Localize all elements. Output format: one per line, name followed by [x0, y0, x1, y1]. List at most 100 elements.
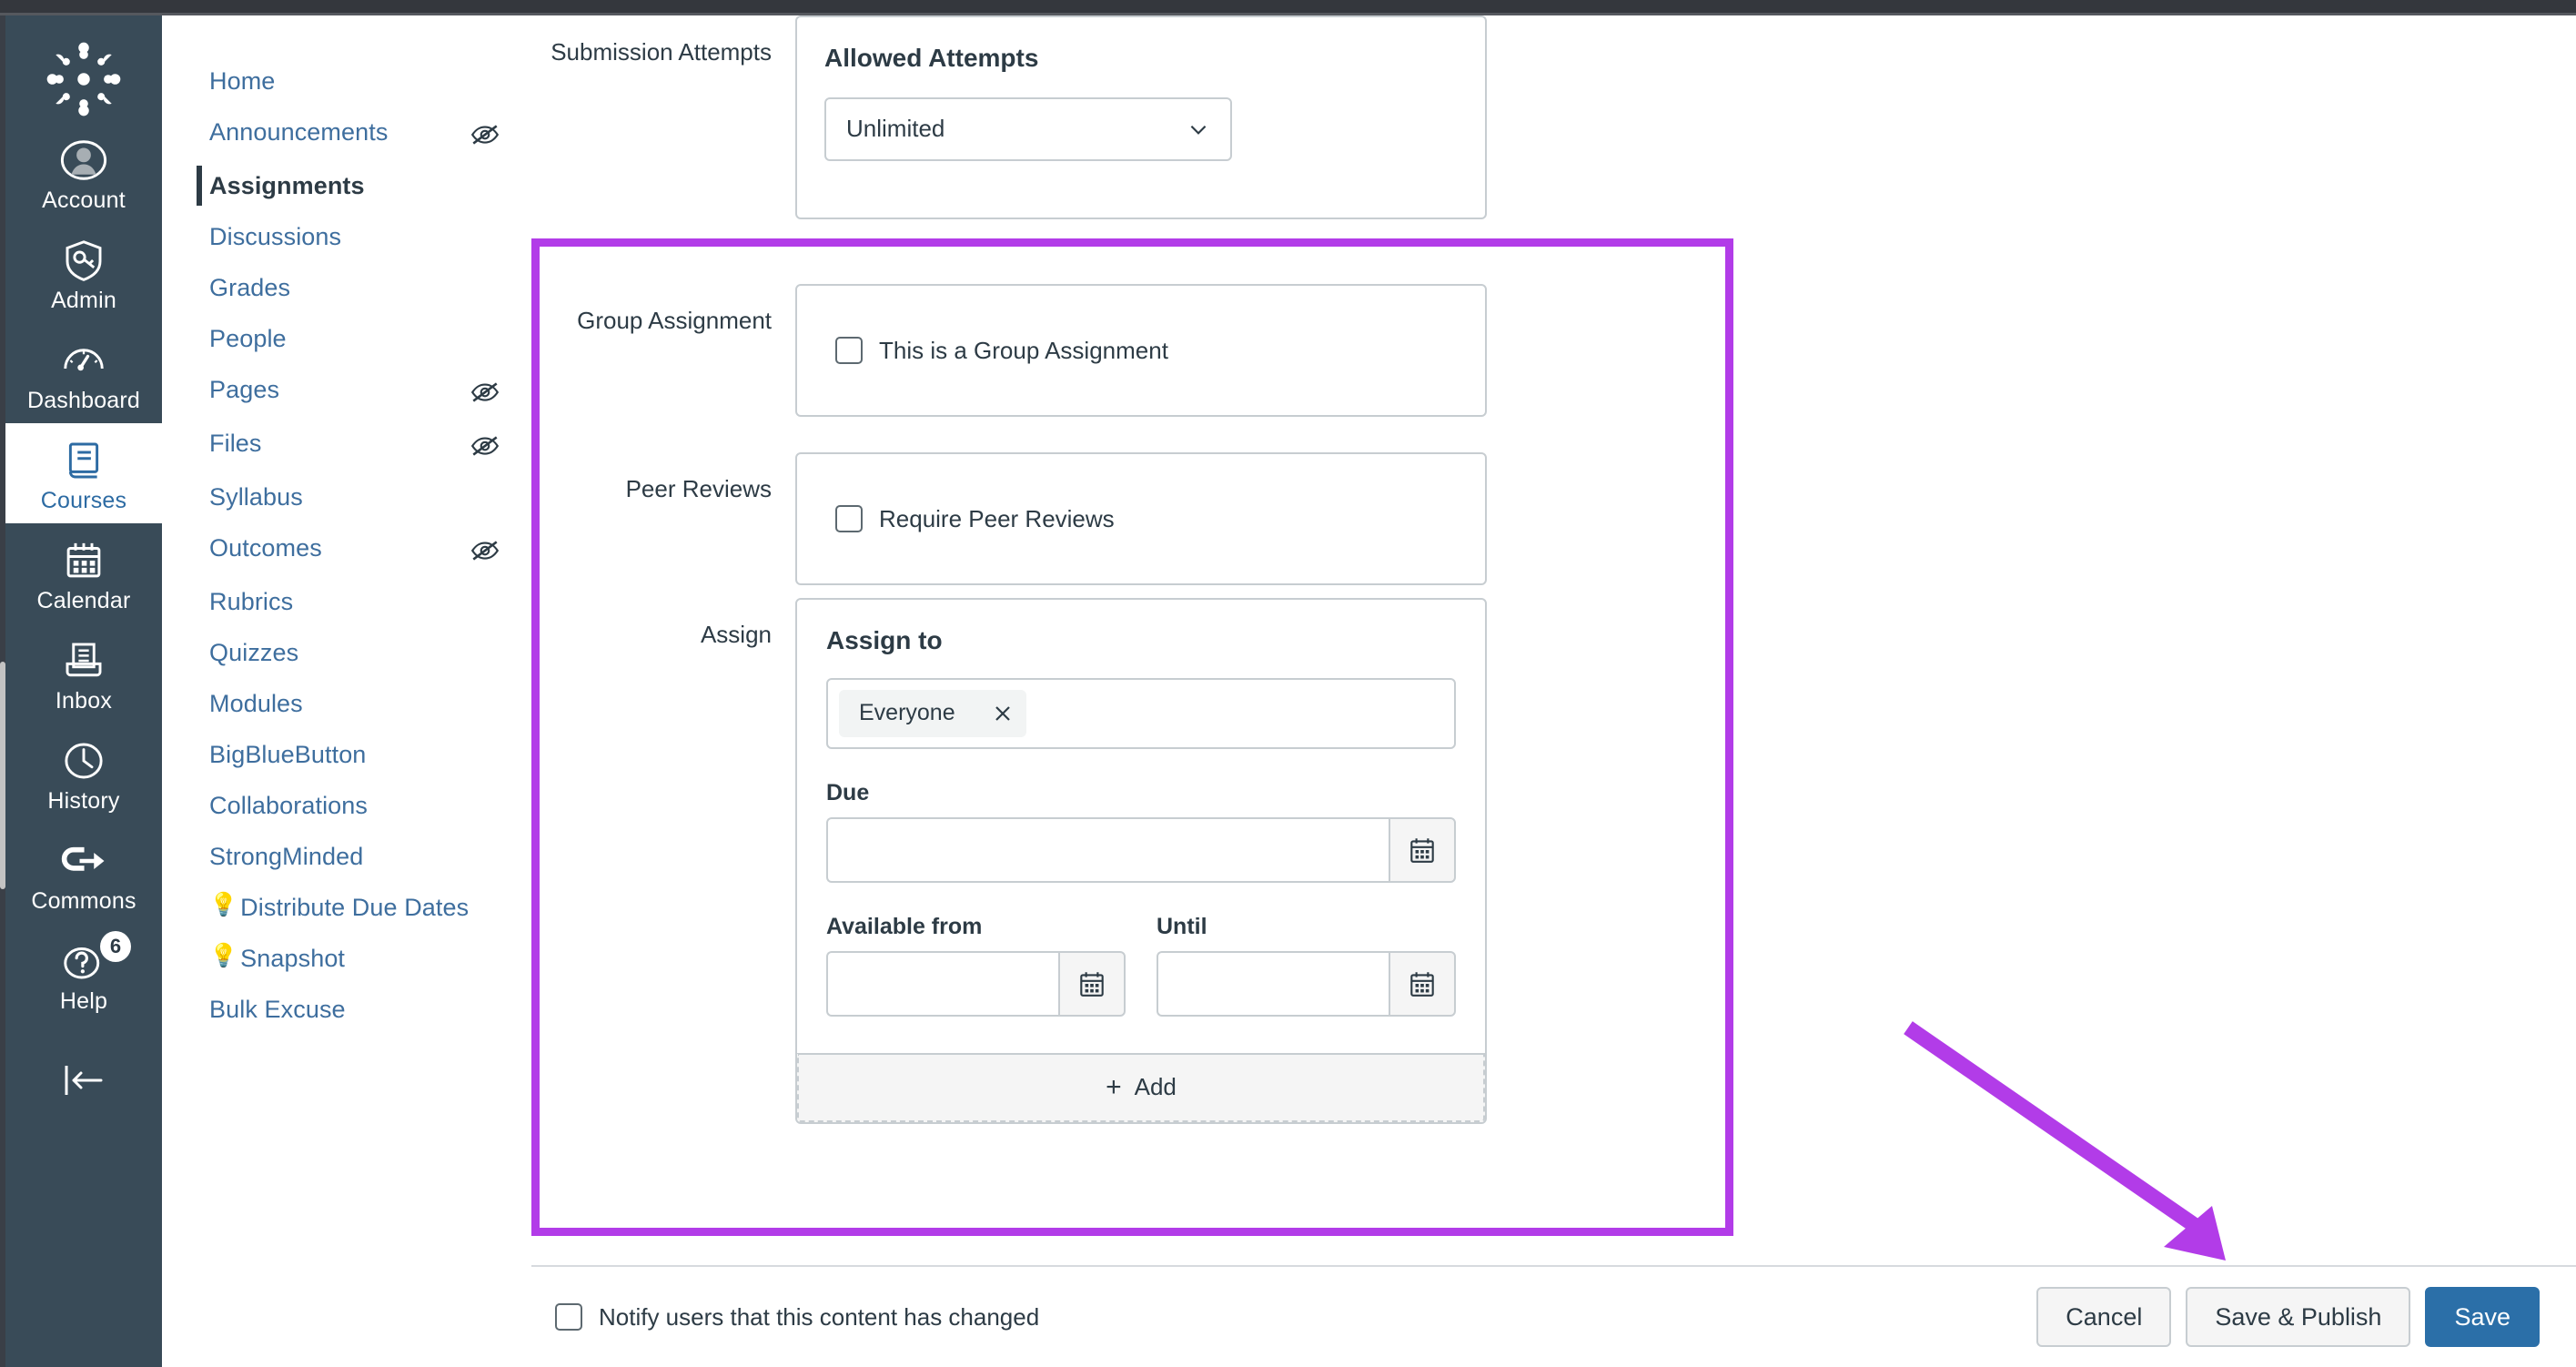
global-nav-dashboard[interactable]: Dashboard — [5, 323, 162, 423]
global-nav-calendar[interactable]: Calendar — [5, 523, 162, 623]
allowed-attempts-value: Unlimited — [846, 115, 945, 143]
course-nav-item-announcements[interactable]: Announcements — [162, 106, 531, 160]
course-nav-item-people[interactable]: People — [162, 313, 531, 364]
group-assignment-checkbox-label: This is a Group Assignment — [879, 336, 1168, 364]
course-nav-item-label: Discussions — [209, 223, 342, 251]
calendar-icon — [1410, 837, 1434, 863]
course-nav-item-outcomes[interactable]: Outcomes — [162, 522, 531, 576]
assignee-pill[interactable]: Everyone — [839, 689, 1026, 737]
notify-users-label: Notify users that this content has chang… — [599, 1302, 1040, 1331]
add-button-label: Add — [1134, 1073, 1177, 1101]
commons-arrow-icon — [61, 846, 105, 871]
course-nav-item-bigbluebutton[interactable]: BigBlueButton — [162, 729, 531, 780]
group-assignment-row: Group Assignment This is a Group Assignm… — [531, 284, 1737, 417]
course-nav-item-discussions[interactable]: Discussions — [162, 211, 531, 262]
assignment-form: Submission Attempts Allowed Attempts Unl… — [531, 15, 2576, 1367]
global-nav-courses[interactable]: Courses — [5, 423, 162, 523]
due-label: Due — [826, 779, 870, 805]
course-nav-item-assignments[interactable]: Assignments — [162, 160, 531, 211]
course-nav-item-label: Modules — [209, 690, 303, 718]
save-and-publish-button[interactable]: Save & Publish — [2186, 1287, 2411, 1347]
until-label: Until — [1157, 913, 1207, 939]
global-nav-history-label: History — [47, 788, 120, 814]
add-assignment-override-button[interactable]: + Add — [797, 1052, 1485, 1122]
course-nav-item-rubrics[interactable]: Rubrics — [162, 576, 531, 627]
allowed-attempts-select[interactable]: Unlimited — [824, 96, 1232, 161]
assign-to-input[interactable]: Everyone — [826, 677, 1456, 749]
allowed-attempts-panel: Allowed Attempts Unlimited — [795, 15, 1487, 219]
hidden-eye-icon — [470, 436, 500, 456]
course-nav-item-quizzes[interactable]: Quizzes — [162, 627, 531, 678]
course-nav-item-label: Syllabus — [209, 483, 303, 511]
course-nav-item-label: Home — [209, 67, 276, 95]
course-nav-item-syllabus[interactable]: Syllabus — [162, 471, 531, 522]
global-nav-help[interactable]: 6 Help — [5, 924, 162, 1024]
course-nav-item-label: Distribute Due Dates — [240, 894, 470, 922]
course-nav-item-label: Announcements — [209, 118, 389, 147]
available-from-label: Available from — [826, 913, 983, 939]
allowed-attempts-title: Allowed Attempts — [824, 44, 1039, 72]
course-nav-item-label: Assignments — [209, 172, 365, 200]
course-nav-item-bulk-excuse[interactable]: Bulk Excuse — [162, 984, 531, 1035]
lightbulb-icon: 💡 — [209, 943, 238, 969]
course-nav-item-collaborations[interactable]: Collaborations — [162, 780, 531, 831]
course-nav-item-label: Snapshot — [240, 945, 346, 973]
course-nav-item-files[interactable]: Files — [162, 418, 531, 471]
calendar-icon — [1410, 971, 1434, 997]
peer-reviews-label: Peer Reviews — [625, 475, 772, 502]
assign-row: Assign Assign to Everyone Due Available … — [531, 598, 1737, 1124]
course-nav-item-label: Collaborations — [209, 792, 368, 820]
assignee-pill-label: Everyone — [859, 700, 955, 726]
global-nav-history[interactable]: History — [5, 724, 162, 824]
course-nav-item-label: Grades — [209, 274, 291, 302]
course-navigation: Home Announcements Assignments Discussions G… — [162, 15, 531, 1367]
course-nav-item-label: Files — [209, 430, 262, 458]
available-from-field — [826, 950, 1126, 1017]
help-badge-count: 6 — [100, 931, 131, 962]
notify-users-checkbox[interactable] — [555, 1303, 582, 1331]
plus-icon: + — [1106, 1071, 1122, 1102]
until-input[interactable] — [1157, 950, 1389, 1017]
due-date-field — [826, 816, 1456, 883]
global-nav-courses-label: Courses — [40, 488, 127, 513]
hidden-eye-icon — [470, 541, 500, 561]
clock-icon — [65, 743, 103, 779]
due-date-calendar-button[interactable] — [1389, 816, 1456, 883]
global-nav-admin[interactable]: Admin — [5, 223, 162, 323]
book-icon — [68, 442, 99, 479]
course-nav-item-label: Rubrics — [209, 588, 294, 616]
global-nav-inbox[interactable]: Inbox — [5, 623, 162, 724]
inbox-tray-icon — [66, 643, 102, 677]
course-nav-item-distribute-due-dates[interactable]: 💡 Distribute Due Dates — [162, 882, 531, 933]
shield-key-icon — [66, 240, 102, 281]
global-nav-account[interactable]: Account — [5, 123, 162, 223]
due-date-input[interactable] — [826, 816, 1389, 883]
available-from-calendar-button[interactable] — [1058, 950, 1126, 1017]
course-nav-item-home[interactable]: Home — [162, 56, 531, 106]
course-nav-item-label: Quizzes — [209, 639, 299, 667]
browser-top-bar — [0, 0, 2576, 13]
group-assignment-label: Group Assignment — [577, 307, 772, 334]
collapse-nav-icon — [65, 1066, 103, 1095]
course-nav-item-label: Outcomes — [209, 534, 322, 562]
until-calendar-button[interactable] — [1389, 950, 1456, 1017]
cancel-button[interactable]: Cancel — [2036, 1287, 2172, 1347]
course-nav-item-strongminded[interactable]: StrongMinded — [162, 831, 531, 882]
available-from-input[interactable] — [826, 950, 1058, 1017]
global-nav-commons[interactable]: Commons — [5, 824, 162, 924]
course-nav-item-modules[interactable]: Modules — [162, 678, 531, 729]
course-nav-item-snapshot[interactable]: 💡 Snapshot — [162, 933, 531, 984]
peer-reviews-checkbox[interactable] — [835, 505, 863, 532]
group-assignment-checkbox[interactable] — [835, 337, 863, 364]
global-nav-commons-label: Commons — [31, 888, 136, 914]
assign-label: Assign — [700, 621, 772, 648]
course-nav-item-label: BigBlueButton — [209, 741, 367, 769]
save-button[interactable]: Save — [2425, 1287, 2540, 1347]
assign-panel: Assign to Everyone Due Available from Un… — [795, 598, 1487, 1124]
course-nav-item-pages[interactable]: Pages — [162, 364, 531, 418]
global-nav-collapse-button[interactable] — [5, 1060, 162, 1100]
global-nav-calendar-label: Calendar — [36, 588, 131, 613]
canvas-logo[interactable] — [40, 35, 127, 123]
course-nav-item-grades[interactable]: Grades — [162, 262, 531, 313]
close-x-icon[interactable] — [992, 703, 1014, 724]
